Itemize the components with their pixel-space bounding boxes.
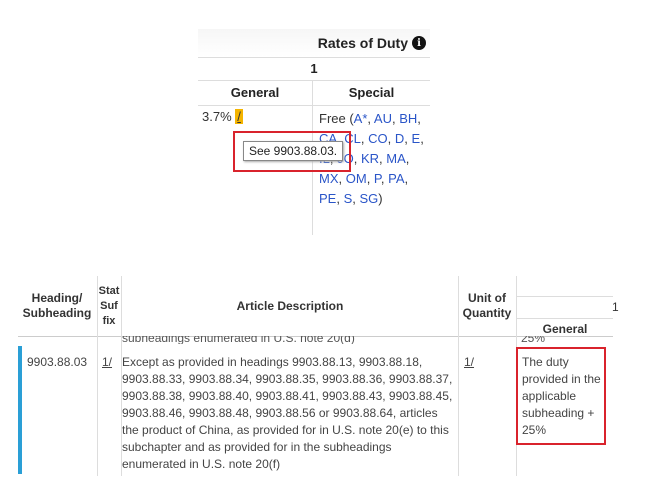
rates-column-number: 1 [612, 300, 619, 314]
info-icon[interactable]: i [412, 36, 426, 50]
footnote-link[interactable]: / [235, 109, 243, 124]
stat-suffix-header: Stat Suf fix [98, 284, 120, 327]
rates-of-duty-label: Rates of Duty [317, 35, 408, 51]
unit-of-quantity-header: Unit of Quantity [462, 291, 512, 320]
general-rate-header: General [517, 318, 613, 337]
special-suffix: ) [378, 191, 383, 206]
table-header-row: Heading/ Subheading Stat Suf fix Article… [18, 276, 619, 476]
selected-row-indicator [18, 346, 22, 474]
special-program-code-link[interactable]: BH [399, 111, 417, 126]
special-program-code-link[interactable]: P [374, 171, 381, 186]
special-prefix: Free ( [319, 111, 354, 126]
special-program-code-link[interactable]: SG [359, 191, 378, 206]
special-program-code-link[interactable]: D [395, 131, 404, 146]
special-program-code-link[interactable]: E [412, 131, 421, 146]
special-program-code-link[interactable]: OM [346, 171, 367, 186]
cutoff-rate-text: 25% [521, 336, 546, 344]
general-rate-value: 3.7% [202, 109, 232, 124]
rates-header-row: Rates of Duty i [198, 29, 430, 58]
special-program-code-link[interactable]: A* [354, 111, 368, 126]
stat-link-text[interactable]: 1/ [102, 355, 112, 369]
stat-footnote-link[interactable]: 1/ [102, 354, 112, 371]
special-program-code-link[interactable]: PE [319, 191, 336, 206]
rates-subheader-line [517, 296, 613, 297]
special-program-code-link[interactable]: PA [388, 171, 404, 186]
column-number-header: 1 [198, 58, 430, 81]
heading-number: 9903.88.03 [27, 355, 88, 369]
article-description: Except as provided in headings 9903.88.1… [122, 355, 453, 471]
general-header: General [198, 81, 313, 106]
special-program-code-link[interactable]: CO [368, 131, 388, 146]
cutoff-description-text: subheadings enumerated in U.S. note 20(d… [122, 336, 355, 344]
article-description-header: Article Description [236, 298, 344, 313]
unit-footnote-link[interactable]: 1/ [464, 354, 474, 371]
general-rate-cell: 3.7% / [202, 109, 243, 124]
unit-link-text[interactable]: 1/ [464, 355, 474, 369]
rates-of-duty-heading: Rates of Duty i [318, 35, 426, 51]
highlight-box-general-rate [516, 347, 606, 445]
special-program-code-link[interactable]: KR [361, 151, 379, 166]
special-program-code-link[interactable]: MX [319, 171, 339, 186]
special-program-code-link[interactable]: S [344, 191, 353, 206]
special-header: Special [313, 81, 430, 106]
special-program-code-link[interactable]: AU [374, 111, 392, 126]
special-program-code-link[interactable]: MA [386, 151, 406, 166]
heading-subheading-header: Heading/ Subheading [22, 291, 92, 320]
highlight-box-tooltip [233, 131, 351, 172]
